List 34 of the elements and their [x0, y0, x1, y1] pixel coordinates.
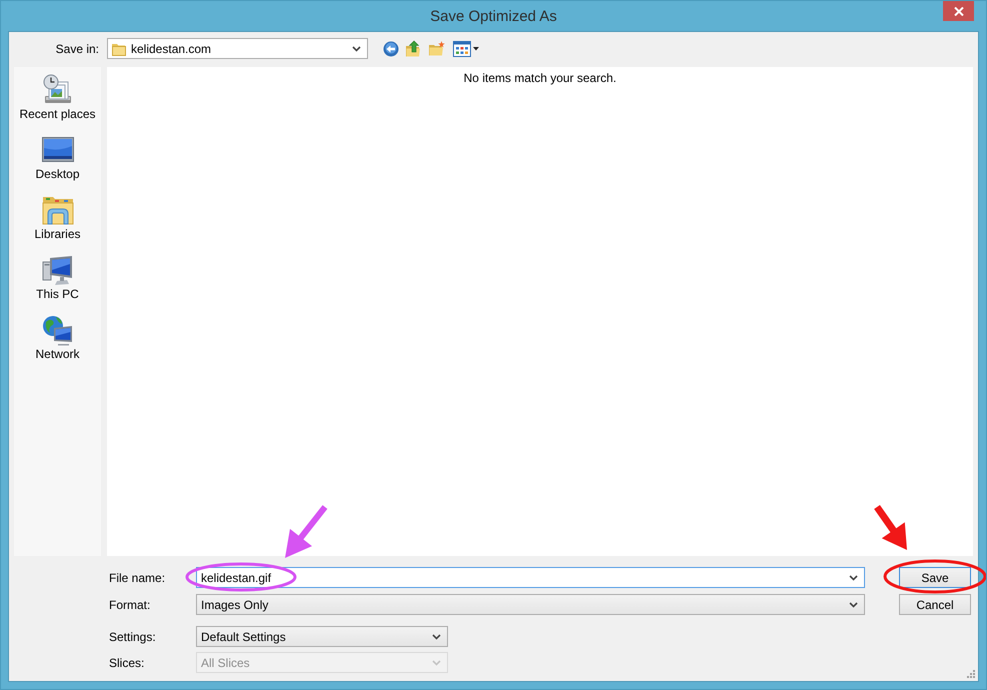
- computer-icon: [42, 254, 74, 286]
- chevron-down-icon: [352, 46, 361, 52]
- dialog-button[interactable]: Save: [899, 567, 971, 588]
- field-label: File name:: [109, 570, 166, 584]
- chevron-down-icon: [432, 660, 441, 666]
- places-item[interactable]: Network: [14, 312, 101, 372]
- places-item[interactable]: Desktop: [14, 132, 101, 192]
- field-label: Slices:: [109, 656, 146, 670]
- combo-input-field[interactable]: kelidestan.gif: [196, 567, 865, 588]
- save-in-dropdown[interactable]: kelidestan.com: [107, 38, 368, 59]
- dropdown[interactable]: Default Settings: [196, 626, 448, 647]
- field-label: Settings:: [109, 630, 157, 644]
- folder-icon: [112, 42, 126, 56]
- dropdown[interactable]: Images Only: [196, 594, 865, 615]
- window-title: Save Optimized As: [430, 8, 557, 25]
- folder-up-icon[interactable]: [406, 40, 421, 57]
- places-item[interactable]: This PC: [14, 252, 101, 312]
- chevron-down-icon: [432, 634, 441, 640]
- places-item[interactable]: Recent places: [14, 72, 101, 132]
- close-icon: [954, 6, 964, 16]
- dialog-button[interactable]: Cancel: [899, 594, 971, 615]
- resize-grip-icon[interactable]: [967, 670, 975, 678]
- library-folder-icon: [42, 194, 74, 226]
- empty-list-message: No items match your search.: [464, 71, 616, 85]
- recent-places-icon: [42, 74, 74, 106]
- new-folder-icon[interactable]: [429, 41, 445, 56]
- save-in-label: Save in:: [54, 42, 99, 56]
- view-menu-icon[interactable]: [453, 40, 479, 56]
- places-item[interactable]: Libraries: [14, 192, 101, 252]
- close-button[interactable]: [943, 1, 974, 21]
- field-label: Format:: [109, 598, 152, 612]
- chevron-down-icon: [849, 574, 858, 580]
- chevron-down-icon: [849, 602, 858, 608]
- network-globe-icon: [42, 314, 74, 346]
